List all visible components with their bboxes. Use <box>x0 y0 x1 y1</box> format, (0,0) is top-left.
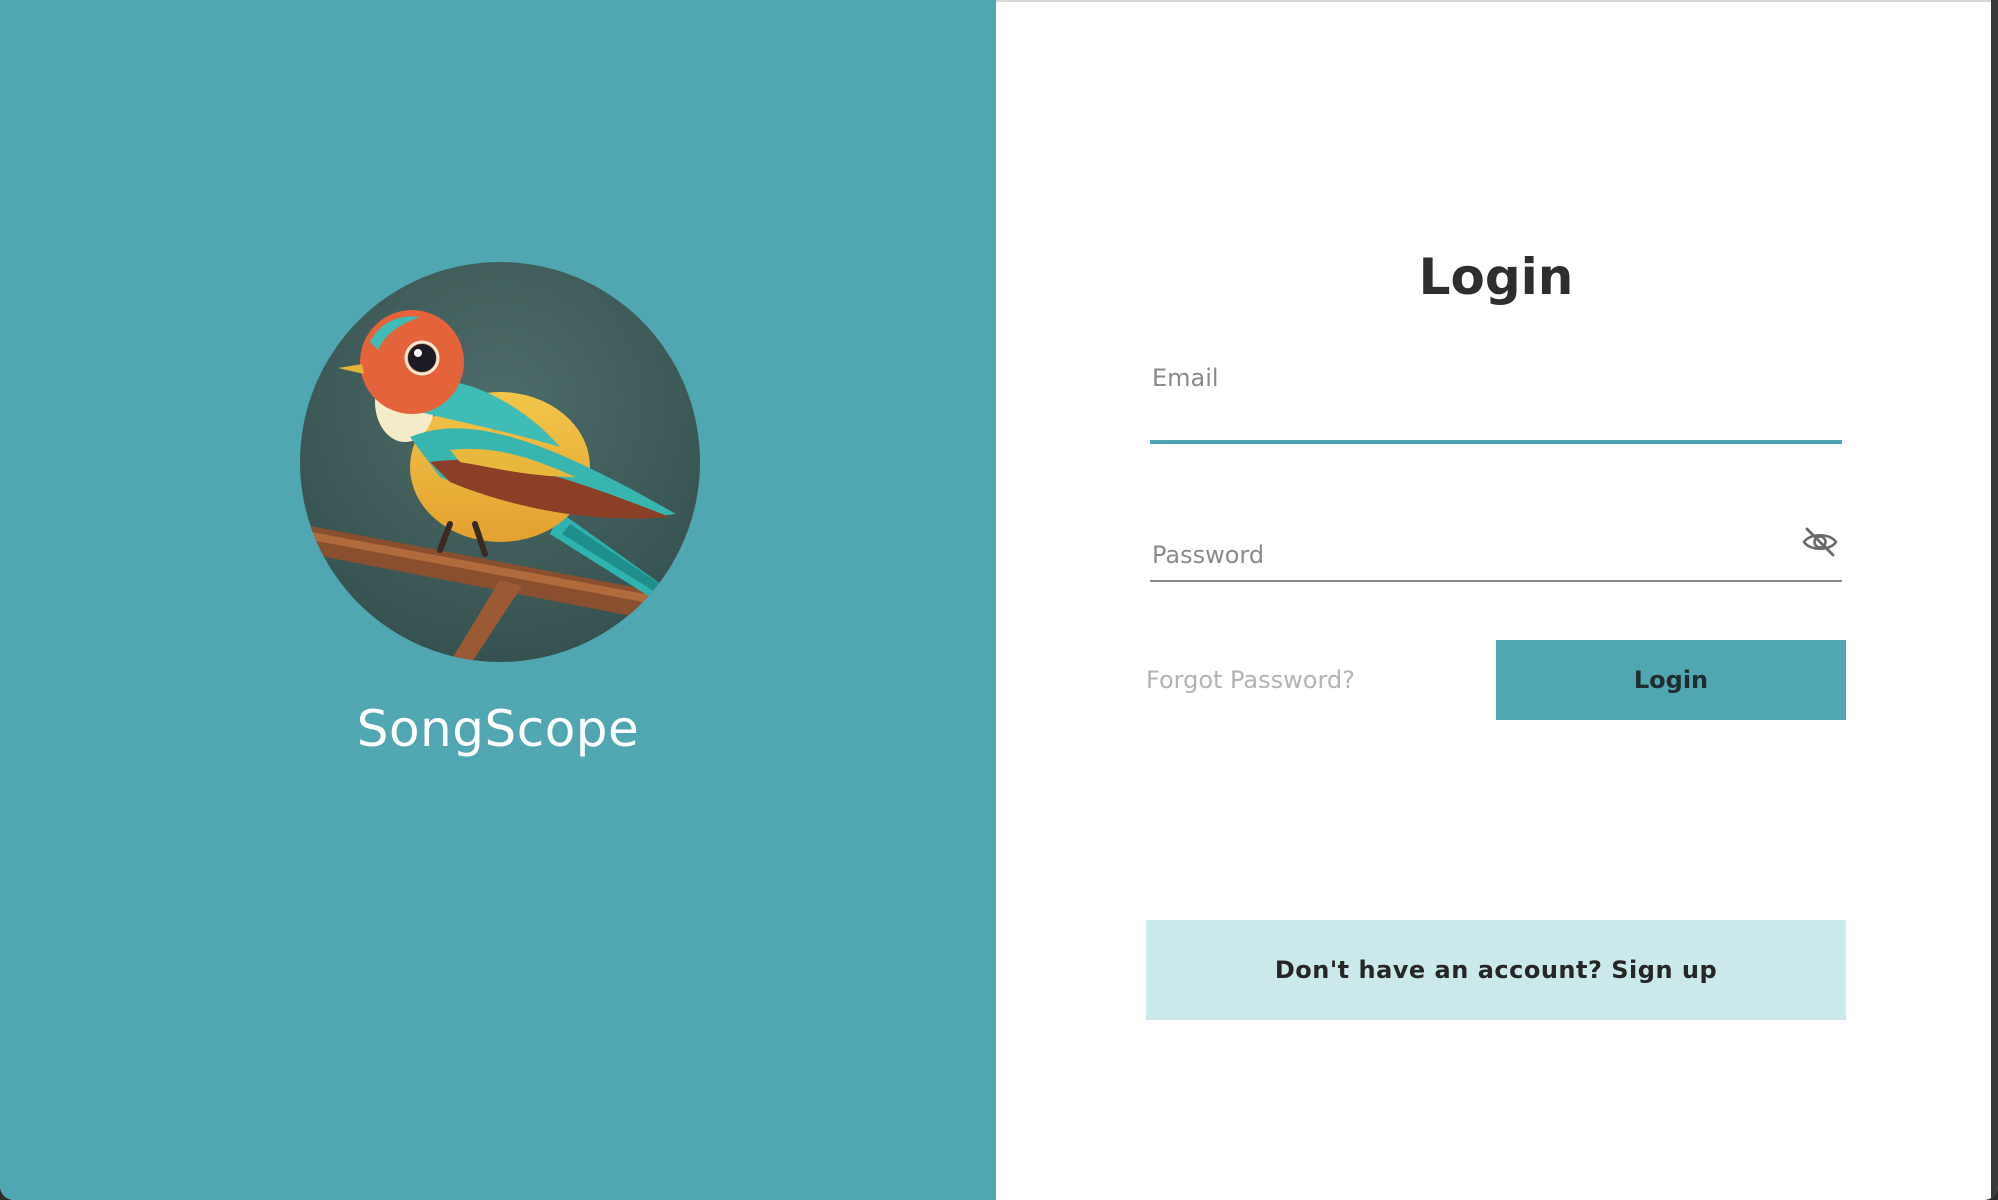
forgot-password-link[interactable]: Forgot Password? <box>1146 666 1355 694</box>
password-input[interactable] <box>1150 530 1842 580</box>
branding-panel: SongScope <box>0 0 996 1200</box>
signup-button[interactable]: Don't have an account? Sign up <box>1146 920 1846 1020</box>
login-panel <box>996 0 1991 1200</box>
eye-slash-icon[interactable] <box>1798 520 1842 564</box>
app-window: SongScope Login Forgot Password? Login D… <box>0 0 1998 1200</box>
email-field-container <box>1150 356 1842 444</box>
email-input[interactable] <box>1150 356 1842 400</box>
password-field-container <box>1150 527 1842 582</box>
login-button[interactable]: Login <box>1496 640 1846 720</box>
window-edge <box>1991 0 1998 1200</box>
login-title: Login <box>1418 248 1574 306</box>
songbird-logo-icon <box>300 262 700 662</box>
app-name: SongScope <box>356 700 640 758</box>
